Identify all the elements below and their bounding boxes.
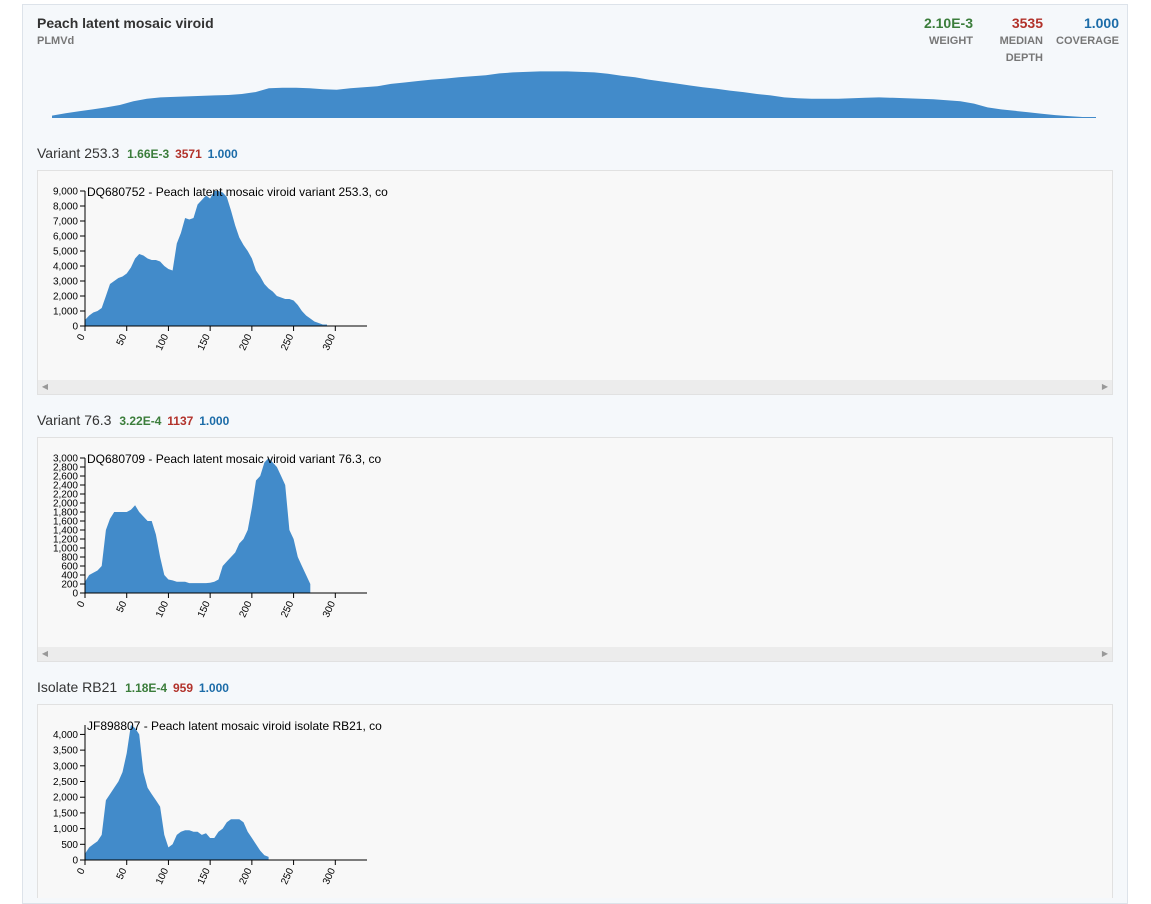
x-tick-label: 300 xyxy=(321,866,338,886)
sequence-coverage-chart-3: 0 500 1,000 1,500 2,000 2,500 3,000 3,500 4,000 0… xyxy=(53,719,382,886)
x-tick-label: 0 xyxy=(75,599,88,609)
sequence-title-2: Variant 76.3 3.22E-4 1137 1.000 xyxy=(37,412,229,428)
x-tick-label: 300 xyxy=(321,332,338,352)
y-tick-label: 9,000 xyxy=(53,187,78,198)
x-tick-label: 250 xyxy=(279,866,296,886)
y-tick-label: 500 xyxy=(61,840,78,851)
x-tick-label: 200 xyxy=(238,599,255,619)
median-depth-label: MEDIAN DEPTH xyxy=(980,33,1043,67)
sequence-name: Variant 253.3 xyxy=(37,145,120,161)
sequence-chart-box-1: 0 1,000 2,000 3,000 4,000 5,000 6,000 7,000 8,00… xyxy=(37,170,1113,395)
coverage-stat: 1.000 COVERAGE xyxy=(1050,15,1119,50)
accession-title: DQ680709 - Peach latent mosaic viroid va… xyxy=(87,452,381,466)
weight-label: WEIGHT xyxy=(929,35,973,47)
x-tick-label: 250 xyxy=(279,599,296,619)
y-tick-label: 4,000 xyxy=(53,262,78,273)
sequence-coverage: 1.000 xyxy=(207,147,238,161)
sequence-coverage: 1.000 xyxy=(199,414,230,428)
y-tick-label: 2,500 xyxy=(53,777,78,788)
y-tick-label: 2,000 xyxy=(53,793,78,804)
x-tick-label: 50 xyxy=(115,332,130,347)
x-tick-label: 150 xyxy=(196,332,213,352)
virus-name: Peach latent mosaic viroid xyxy=(37,15,214,31)
coverage-area xyxy=(85,191,327,326)
coverage-area xyxy=(85,725,269,860)
x-tick-label: 100 xyxy=(154,332,171,352)
coverage-value: 1.000 xyxy=(1083,15,1119,31)
x-tick-label: 300 xyxy=(321,599,338,619)
sequence-weight: 3.22E-4 xyxy=(119,414,162,428)
scroll-right-icon[interactable]: ▶ xyxy=(1098,647,1112,661)
y-tick-label: 8,000 xyxy=(53,202,78,213)
x-tick-label: 100 xyxy=(154,599,171,619)
median-depth-label-line1: MEDIAN xyxy=(999,35,1043,47)
sequence-coverage-chart-2: 02004006008001,0001,2001,4001,6001,8002,… xyxy=(53,452,382,619)
sequence-coverage: 1.000 xyxy=(198,681,229,695)
y-tick-label: 3,500 xyxy=(53,746,78,757)
sequence-weight: 1.66E-3 xyxy=(127,147,170,161)
sequence-name: Isolate RB21 xyxy=(37,679,118,695)
x-tick-label: 0 xyxy=(75,332,88,342)
x-tick-label: 50 xyxy=(115,866,130,881)
overview-coverage-chart xyxy=(52,71,1096,118)
x-tick-label: 200 xyxy=(238,866,255,886)
median-depth-label-line2: DEPTH xyxy=(1005,52,1043,64)
scroll-right-icon[interactable]: ▶ xyxy=(1098,380,1112,394)
horizontal-scrollbar[interactable]: ◀ ▶ xyxy=(38,647,1112,661)
coverage-area xyxy=(85,458,311,593)
y-tick-label: 2,000 xyxy=(53,292,78,303)
x-tick-label: 0 xyxy=(75,866,88,876)
x-tick-label: 150 xyxy=(196,866,213,886)
y-tick-label: 1,500 xyxy=(53,808,78,819)
y-tick-label: 1,000 xyxy=(53,824,78,835)
y-tick-label: 4,000 xyxy=(53,730,78,741)
scroll-left-icon[interactable]: ◀ xyxy=(38,647,52,661)
sequence-median-depth: 1137 xyxy=(167,414,194,428)
horizontal-scrollbar[interactable]: ◀ ▶ xyxy=(38,380,1112,394)
accession-title: DQ680752 - Peach latent mosaic viroid va… xyxy=(87,185,388,199)
x-tick-label: 150 xyxy=(196,599,213,619)
median-depth-stat: 3535 MEDIAN DEPTH xyxy=(980,15,1043,67)
overview-coverage-area xyxy=(52,71,1096,118)
y-tick-label: 1,000 xyxy=(53,307,78,318)
x-tick-label: 100 xyxy=(154,866,171,886)
y-tick-label: 3,000 xyxy=(53,277,78,288)
y-tick-label: 6,000 xyxy=(53,232,78,243)
sequence-chart-box-3: 0 500 1,000 1,500 2,000 2,500 3,000 3,500 4,000 0… xyxy=(37,704,1113,898)
y-tick-label: 3,000 xyxy=(53,761,78,772)
weight-value: 2.10E-3 xyxy=(923,15,973,31)
sequence-chart-box-2: 0 200 400 600 800 1,000 1,200 1,400 1,600 1,800 2,… xyxy=(37,437,1113,662)
coverage-label: COVERAGE xyxy=(1056,35,1119,47)
weight-stat: 2.10E-3 WEIGHT xyxy=(910,15,973,50)
accession-title: JF898807 - Peach latent mosaic viroid is… xyxy=(87,719,382,733)
median-depth-value: 3535 xyxy=(1011,15,1043,31)
x-tick-label: 50 xyxy=(115,599,130,614)
x-tick-label: 250 xyxy=(279,332,296,352)
virus-abbreviation: PLMVd xyxy=(37,35,75,47)
y-tick-label: 0 xyxy=(72,322,78,333)
sequence-coverage-chart-1: 0 1,000 2,000 3,000 4,000 5,000 6,000 7,000 8,00… xyxy=(53,185,388,352)
sequence-title-3: Isolate RB21 1.18E-4 959 1.000 xyxy=(37,679,229,695)
sequence-median-depth: 3571 xyxy=(175,147,202,161)
y-tick-label: 3,000 xyxy=(53,454,78,465)
sequence-weight: 1.18E-4 xyxy=(125,681,168,695)
sequence-median-depth: 959 xyxy=(172,681,194,695)
x-tick-label: 200 xyxy=(238,332,255,352)
sequence-title-1: Variant 253.3 1.66E-3 3571 1.000 xyxy=(37,145,238,161)
y-tick-label: 7,000 xyxy=(53,217,78,228)
y-tick-label: 0 xyxy=(72,856,78,867)
scroll-left-icon[interactable]: ◀ xyxy=(38,380,52,394)
y-tick-label: 5,000 xyxy=(53,247,78,258)
sequence-name: Variant 76.3 xyxy=(37,412,112,428)
